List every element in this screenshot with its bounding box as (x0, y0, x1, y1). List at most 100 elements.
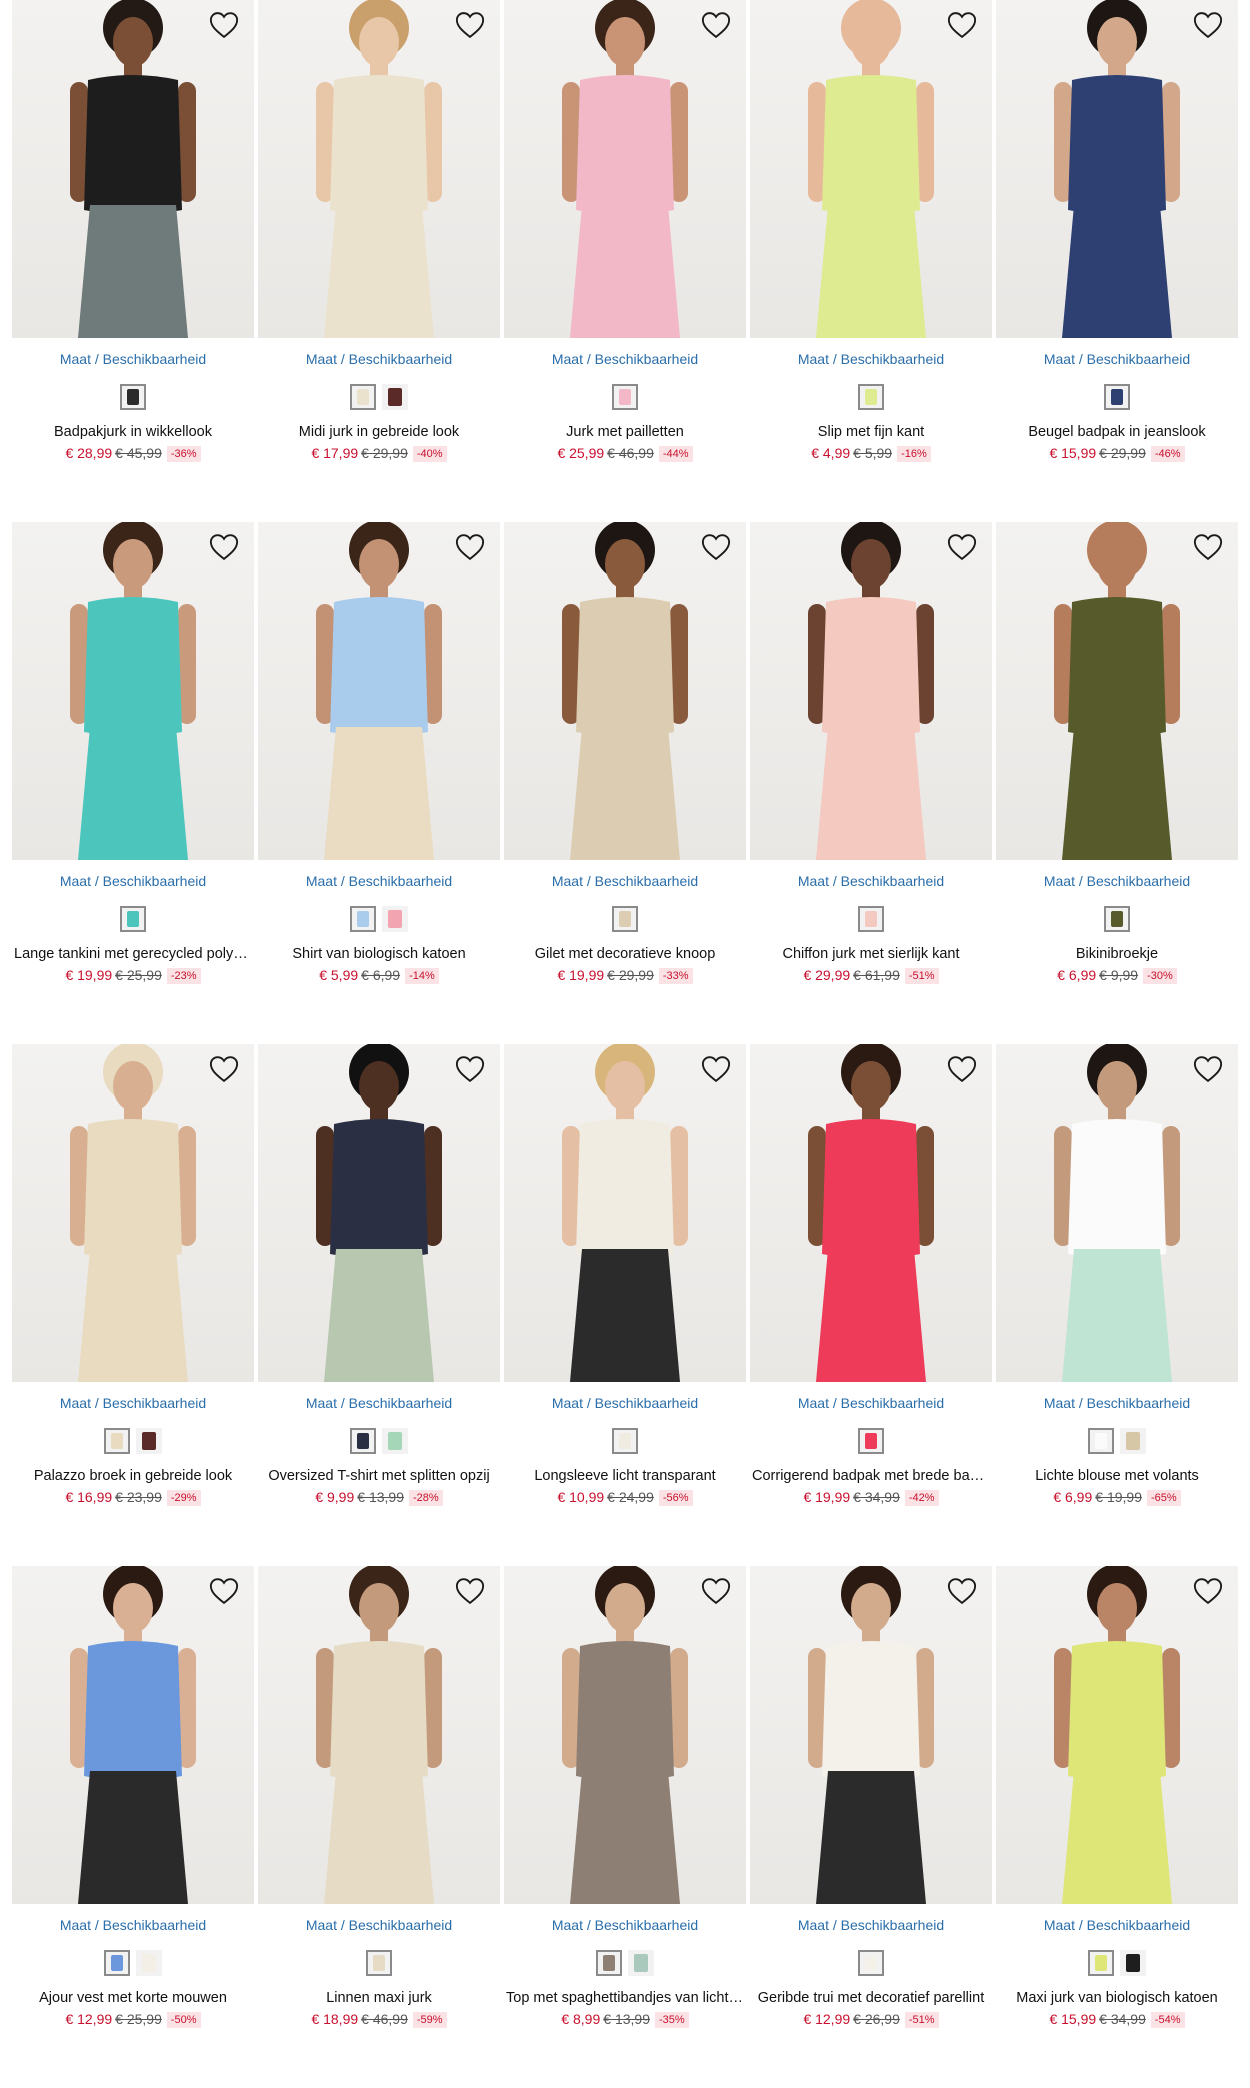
product-card[interactable]: Maat / Beschikbaarheid Gilet met decorati… (504, 522, 746, 1044)
product-card[interactable]: Maat / Beschikbaarheid Shirt van biologis… (258, 522, 500, 1044)
size-availability-link[interactable]: Maat / Beschikbaarheid (996, 872, 1238, 890)
product-name[interactable]: Lichte blouse met volants (996, 1467, 1238, 1485)
product-card[interactable]: Maat / Beschikbaarheid Corrigerend badpak… (750, 1044, 992, 1566)
size-availability-link[interactable]: Maat / Beschikbaarheid (504, 350, 746, 368)
size-availability-link[interactable]: Maat / Beschikbaarheid (504, 872, 746, 890)
product-image[interactable] (996, 1044, 1238, 1382)
product-name[interactable]: Beugel badpak in jeanslook (996, 423, 1238, 441)
size-availability-link[interactable]: Maat / Beschikbaarheid (258, 1394, 500, 1412)
color-swatch[interactable] (120, 384, 146, 410)
size-availability-link[interactable]: Maat / Beschikbaarheid (750, 872, 992, 890)
product-card[interactable]: Maat / Beschikbaarheid Maxi jurk van biol… (996, 1566, 1238, 2088)
product-image[interactable] (258, 1566, 500, 1904)
product-name[interactable]: Ajour vest met korte mouwen (12, 1989, 254, 2007)
color-swatch[interactable] (382, 906, 408, 932)
product-name[interactable]: Bikinibroekje (996, 945, 1238, 963)
product-image[interactable] (12, 1566, 254, 1904)
wishlist-heart-icon[interactable] (700, 532, 732, 562)
wishlist-heart-icon[interactable] (1192, 10, 1224, 40)
product-image[interactable] (258, 522, 500, 860)
product-image[interactable] (750, 0, 992, 338)
product-card[interactable]: Maat / Beschikbaarheid Lange tankini met … (12, 522, 254, 1044)
wishlist-heart-icon[interactable] (208, 1054, 240, 1084)
product-card[interactable]: Maat / Beschikbaarheid Linnen maxi jurk € … (258, 1566, 500, 2088)
product-card[interactable]: Maat / Beschikbaarheid Geribde trui met d… (750, 1566, 992, 2088)
product-name[interactable]: Lange tankini met gerecycled polyamide (12, 945, 254, 963)
product-name[interactable]: Midi jurk in gebreide look (258, 423, 500, 441)
product-name[interactable]: Oversized T-shirt met splitten opzij (258, 1467, 500, 1485)
wishlist-heart-icon[interactable] (208, 10, 240, 40)
color-swatch[interactable] (612, 1428, 638, 1454)
size-availability-link[interactable]: Maat / Beschikbaarheid (504, 1916, 746, 1934)
product-name[interactable]: Jurk met pailletten (504, 423, 746, 441)
product-card[interactable]: Maat / Beschikbaarheid Ajour vest met kor… (12, 1566, 254, 2088)
color-swatch[interactable] (382, 384, 408, 410)
wishlist-heart-icon[interactable] (454, 10, 486, 40)
wishlist-heart-icon[interactable] (454, 1054, 486, 1084)
product-image[interactable] (12, 1044, 254, 1382)
color-swatch[interactable] (612, 906, 638, 932)
product-card[interactable]: Maat / Beschikbaarheid Oversized T-shirt … (258, 1044, 500, 1566)
wishlist-heart-icon[interactable] (946, 10, 978, 40)
size-availability-link[interactable]: Maat / Beschikbaarheid (12, 872, 254, 890)
product-image[interactable] (750, 1566, 992, 1904)
product-image[interactable] (504, 1566, 746, 1904)
product-name[interactable]: Geribde trui met decoratief parellint (750, 1989, 992, 2007)
size-availability-link[interactable]: Maat / Beschikbaarheid (750, 1394, 992, 1412)
product-name[interactable]: Top met spaghettibandjes van licht mater… (504, 1989, 746, 2007)
size-availability-link[interactable]: Maat / Beschikbaarheid (750, 350, 992, 368)
size-availability-link[interactable]: Maat / Beschikbaarheid (996, 350, 1238, 368)
product-image[interactable] (258, 1044, 500, 1382)
product-name[interactable]: Shirt van biologisch katoen (258, 945, 500, 963)
color-swatch[interactable] (858, 1950, 884, 1976)
wishlist-heart-icon[interactable] (946, 1054, 978, 1084)
wishlist-heart-icon[interactable] (700, 10, 732, 40)
product-card[interactable]: Maat / Beschikbaarheid Midi jurk in gebre… (258, 0, 500, 522)
color-swatch[interactable] (1104, 906, 1130, 932)
product-image[interactable] (996, 0, 1238, 338)
size-availability-link[interactable]: Maat / Beschikbaarheid (12, 350, 254, 368)
wishlist-heart-icon[interactable] (946, 1576, 978, 1606)
product-name[interactable]: Gilet met decoratieve knoop (504, 945, 746, 963)
product-image[interactable] (12, 522, 254, 860)
product-card[interactable]: Maat / Beschikbaarheid Longsleeve licht t… (504, 1044, 746, 1566)
wishlist-heart-icon[interactable] (946, 532, 978, 562)
product-name[interactable]: Linnen maxi jurk (258, 1989, 500, 2007)
product-image[interactable] (504, 0, 746, 338)
product-card[interactable]: Maat / Beschikbaarheid Bikinibroekje € 6,9… (996, 522, 1238, 1044)
product-name[interactable]: Badpakjurk in wikkellook (12, 423, 254, 441)
product-image[interactable] (258, 0, 500, 338)
size-availability-link[interactable]: Maat / Beschikbaarheid (996, 1394, 1238, 1412)
color-swatch[interactable] (120, 906, 146, 932)
color-swatch[interactable] (628, 1950, 654, 1976)
product-image[interactable] (996, 522, 1238, 860)
color-swatch[interactable] (104, 1950, 130, 1976)
color-swatch[interactable] (1120, 1428, 1146, 1454)
size-availability-link[interactable]: Maat / Beschikbaarheid (750, 1916, 992, 1934)
wishlist-heart-icon[interactable] (208, 1576, 240, 1606)
product-name[interactable]: Maxi jurk van biologisch katoen (996, 1989, 1238, 2007)
product-card[interactable]: Maat / Beschikbaarheid Beugel badpak in j… (996, 0, 1238, 522)
product-card[interactable]: Maat / Beschikbaarheid Jurk met paillette… (504, 0, 746, 522)
wishlist-heart-icon[interactable] (1192, 1576, 1224, 1606)
wishlist-heart-icon[interactable] (208, 532, 240, 562)
color-swatch[interactable] (136, 1428, 162, 1454)
size-availability-link[interactable]: Maat / Beschikbaarheid (504, 1394, 746, 1412)
size-availability-link[interactable]: Maat / Beschikbaarheid (258, 350, 500, 368)
size-availability-link[interactable]: Maat / Beschikbaarheid (12, 1916, 254, 1934)
product-name[interactable]: Chiffon jurk met sierlijk kant (750, 945, 992, 963)
product-card[interactable]: Maat / Beschikbaarheid Slip met fijn kant… (750, 0, 992, 522)
product-card[interactable]: Maat / Beschikbaarheid Chiffon jurk met s… (750, 522, 992, 1044)
color-swatch[interactable] (104, 1428, 130, 1454)
product-image[interactable] (750, 522, 992, 860)
wishlist-heart-icon[interactable] (454, 532, 486, 562)
color-swatch[interactable] (350, 384, 376, 410)
color-swatch[interactable] (350, 906, 376, 932)
color-swatch[interactable] (1088, 1428, 1114, 1454)
wishlist-heart-icon[interactable] (454, 1576, 486, 1606)
size-availability-link[interactable]: Maat / Beschikbaarheid (258, 1916, 500, 1934)
product-image[interactable] (504, 1044, 746, 1382)
product-card[interactable]: Maat / Beschikbaarheid Top met spaghettib… (504, 1566, 746, 2088)
color-swatch[interactable] (1088, 1950, 1114, 1976)
product-image[interactable] (504, 522, 746, 860)
